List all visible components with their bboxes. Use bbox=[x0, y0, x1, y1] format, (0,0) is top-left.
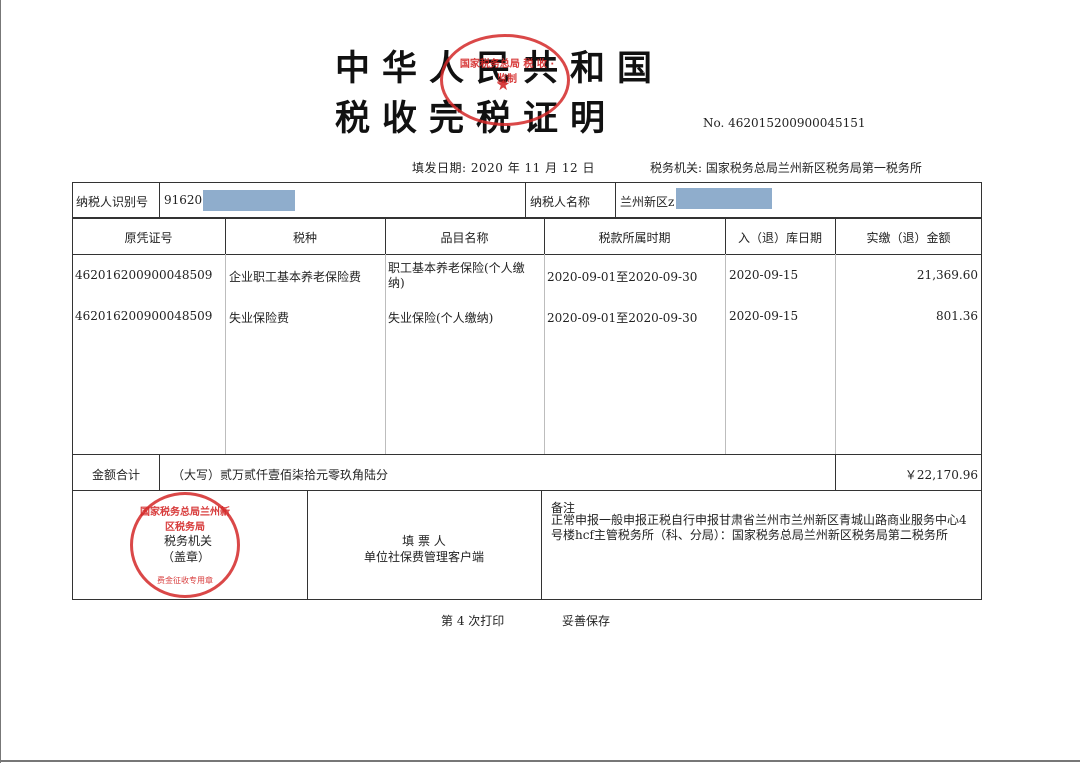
certificate-number: No. 462015200900045151 bbox=[703, 116, 866, 130]
taxpayer-id-label: 纳税人识别号 bbox=[76, 195, 149, 209]
item-name: 失业保险(个人缴纳) bbox=[388, 311, 494, 325]
taxpayer-id-value: 91620 bbox=[164, 193, 203, 207]
remark-text: 正常申报一般申报正税自行申报甘肃省兰州市兰州新区青城山路商业服务中心4号楼hcf… bbox=[551, 513, 967, 542]
total-amount: ￥22,170.96 bbox=[904, 468, 978, 482]
col-header-date: 入（退）库日期 bbox=[737, 231, 822, 245]
storage-date: 2020-09-15 bbox=[729, 268, 799, 282]
star-icon: ★ bbox=[496, 75, 511, 94]
total-in-words: （大写）贰万贰仟壹佰柒拾元零玖角陆分 bbox=[172, 468, 389, 482]
voucher-number: 462016200900048509 bbox=[75, 309, 213, 323]
taxpayer-name-value: 兰州新区z bbox=[620, 195, 675, 209]
col-header-period: 税款所属时期 bbox=[598, 231, 671, 245]
tax-period: 2020-09-01至2020-09-30 bbox=[547, 270, 698, 284]
taxpayer-name-label: 纳税人名称 bbox=[530, 195, 591, 209]
tax-type: 企业职工基本养老保险费 bbox=[229, 270, 362, 284]
tax-period: 2020-09-01至2020-09-30 bbox=[547, 311, 698, 325]
tax-type: 失业保险费 bbox=[229, 311, 290, 325]
paid-amount: 801.36 bbox=[936, 309, 978, 323]
keep-notice: 妥善保存 bbox=[562, 614, 611, 628]
print-count: 第 4 次打印 bbox=[441, 614, 505, 628]
voucher-number: 462016200900048509 bbox=[75, 268, 213, 282]
col-header-amount: 实缴（退）金额 bbox=[866, 231, 951, 245]
fill-date: 填发日期: 2020 年 11 月 12 日 bbox=[412, 161, 596, 175]
page-border-bottom bbox=[0, 760, 1080, 762]
bottom-seal-small-text: 费金征收专用章 bbox=[157, 576, 213, 585]
item-name: 职工基本养老保险(个人缴纳) bbox=[388, 261, 525, 290]
tax-supervision-seal: 国家税务总局 税 收 ·监制 ★ bbox=[440, 34, 570, 126]
redaction-block bbox=[676, 188, 772, 209]
filler-value: 单位社保费管理客户端 bbox=[363, 550, 484, 564]
col-header-voucher: 原凭证号 bbox=[124, 231, 173, 245]
seal-sublabel: （盖章） bbox=[162, 550, 211, 564]
filler-label: 填 票 人 bbox=[402, 534, 446, 548]
tax-office: 税务机关: 国家税务总局兰州新区税务局第一税务所 bbox=[650, 161, 922, 175]
redaction-block bbox=[203, 190, 295, 211]
col-header-item: 品目名称 bbox=[440, 231, 489, 245]
bottom-seal-text: 国家税务总局兰州新区税务局 bbox=[140, 507, 230, 533]
paid-amount: 21,369.60 bbox=[916, 268, 978, 282]
page-border-left bbox=[0, 0, 1, 763]
storage-date: 2020-09-15 bbox=[729, 309, 799, 323]
col-header-tax-type: 税种 bbox=[292, 231, 317, 245]
seal-label: 税务机关 bbox=[164, 534, 213, 548]
total-label: 金额合计 bbox=[92, 468, 141, 482]
